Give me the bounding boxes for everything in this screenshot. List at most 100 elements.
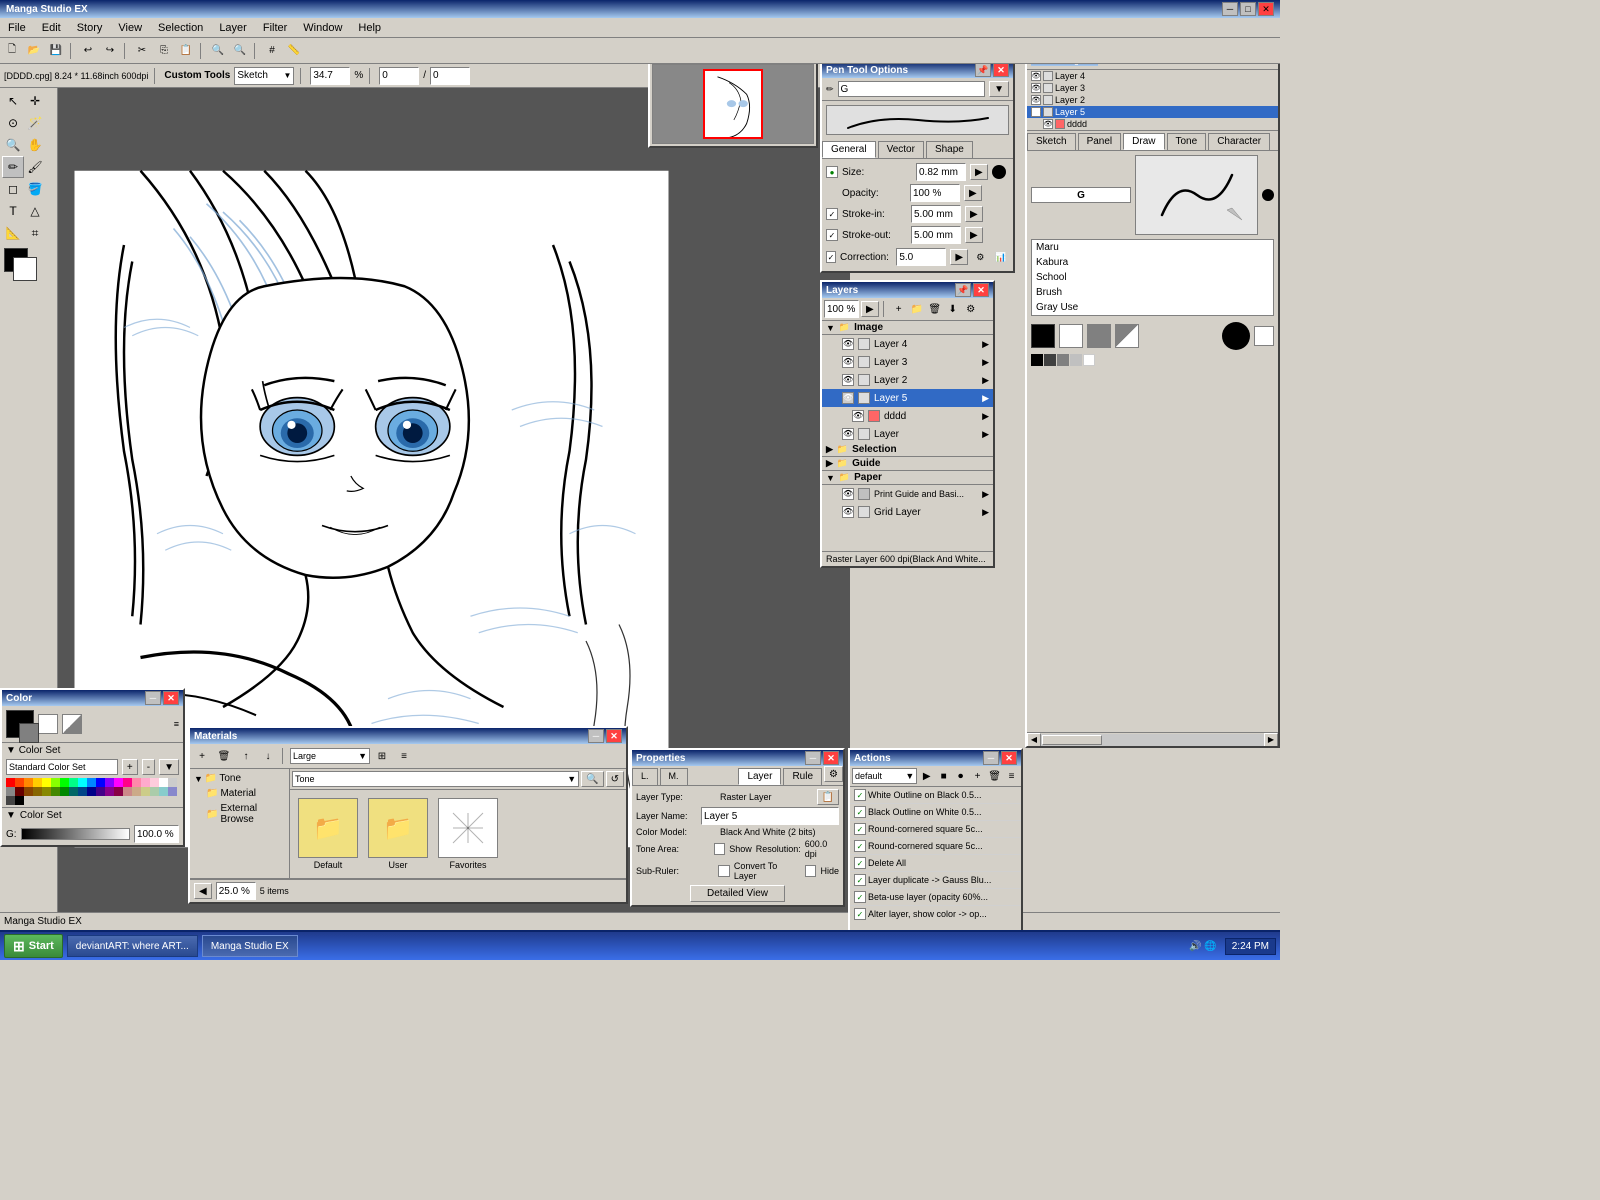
copy-btn[interactable]: ⎘: [154, 41, 174, 61]
correction-extra[interactable]: ⚙: [972, 247, 988, 267]
mat-search-dropdown[interactable]: Tone ▼: [292, 771, 579, 787]
layer-2-eye[interactable]: 👁: [842, 374, 854, 386]
bg-swatch[interactable]: [38, 714, 58, 734]
layer-5-eye[interactable]: 👁: [842, 392, 854, 404]
zoom-tool[interactable]: 🔍: [2, 134, 24, 156]
palette-cell[interactable]: [6, 796, 15, 805]
mat-search-btn[interactable]: 🔍: [581, 771, 603, 787]
merge-layer-btn[interactable]: ⬇: [945, 301, 961, 317]
palette-cell[interactable]: [69, 787, 78, 796]
paste-btn[interactable]: 📋: [176, 41, 196, 61]
bg-color[interactable]: [13, 257, 37, 281]
palette-red[interactable]: [6, 778, 15, 787]
coord-y-input[interactable]: [430, 67, 470, 85]
tone-default-item[interactable]: 📁 Default: [298, 798, 358, 870]
cut-btn[interactable]: ✂: [132, 41, 152, 61]
act-stop-btn[interactable]: ■: [936, 768, 951, 784]
zoom-out-btn[interactable]: 🔍: [230, 41, 250, 61]
menu-layer[interactable]: Layer: [215, 20, 251, 36]
palette-cell[interactable]: [51, 778, 60, 787]
stroke-in-input[interactable]: [911, 205, 961, 223]
correction-input[interactable]: [896, 248, 946, 266]
actions-preset-dropdown[interactable]: default ▼: [852, 768, 917, 784]
dddd-item[interactable]: 👁 dddd ▶: [822, 407, 993, 425]
opacity-arrow[interactable]: ▶: [964, 185, 982, 201]
palette-white[interactable]: [159, 778, 168, 787]
beg-scroll-track[interactable]: [1041, 734, 1264, 746]
magic-wand[interactable]: 🪄: [24, 112, 46, 134]
correction-extra2[interactable]: 📊: [993, 247, 1009, 267]
ruler-btn[interactable]: 📏: [284, 41, 304, 61]
mat-min[interactable]: ─: [588, 729, 604, 743]
palette-cell[interactable]: [24, 778, 33, 787]
correction-arrow[interactable]: ▶: [950, 249, 968, 265]
beg-layer-3[interactable]: 👁 Layer 3: [1027, 82, 1278, 94]
mat-close[interactable]: ✕: [606, 729, 622, 743]
color-set-menu[interactable]: ▼: [159, 759, 179, 775]
palette-cell[interactable]: [168, 778, 177, 787]
palette-cell[interactable]: [132, 778, 141, 787]
act-min[interactable]: ─: [983, 751, 999, 765]
palette-cell[interactable]: [123, 778, 132, 787]
act5-check[interactable]: ✓: [854, 857, 866, 869]
beg-preset-maru[interactable]: Maru: [1032, 240, 1273, 255]
beg-tab-tone[interactable]: Tone: [1167, 133, 1207, 150]
mat-import-btn[interactable]: ↑: [236, 746, 256, 766]
grid-layer-item[interactable]: 👁 Grid Layer ▶: [822, 503, 993, 521]
prop-hide-check[interactable]: [805, 865, 817, 877]
size-arrow[interactable]: ▶: [970, 164, 988, 180]
stroke-out-check[interactable]: ✓: [826, 229, 838, 241]
menu-window[interactable]: Window: [299, 20, 346, 36]
layer-plain-eye[interactable]: 👁: [842, 428, 854, 440]
beg-scroll-right[interactable]: ▶: [1264, 733, 1278, 747]
new-folder-btn[interactable]: 📁: [909, 301, 925, 317]
image-folder-header[interactable]: ▼ 📁 Image: [822, 321, 993, 335]
print-guide-eye[interactable]: 👁: [842, 488, 854, 500]
redo-btn[interactable]: ↪: [100, 41, 120, 61]
mat-left-btn[interactable]: ◀: [194, 883, 212, 899]
opacity-input[interactable]: [910, 184, 960, 202]
mat-view2-btn[interactable]: ≡: [394, 746, 414, 766]
layer-opacity-arrow[interactable]: ▶: [861, 301, 879, 317]
act-rec-btn[interactable]: ⏺: [953, 768, 968, 784]
tone-user-item[interactable]: 📁 User: [368, 798, 428, 870]
tab-general[interactable]: General: [822, 141, 876, 158]
prop-tab-l[interactable]: L.: [632, 768, 658, 785]
guide-folder-header[interactable]: ▶ 📁 Guide: [822, 457, 993, 471]
palette-cell[interactable]: [141, 787, 150, 796]
text-tool[interactable]: T: [2, 200, 24, 222]
act4-check[interactable]: ✓: [854, 840, 866, 852]
palette-cell[interactable]: [159, 787, 168, 796]
beg-layer-5[interactable]: 👁 Layer 5: [1027, 106, 1278, 118]
prop-tab-rule[interactable]: Rule: [783, 768, 822, 785]
palette-cell[interactable]: [123, 787, 132, 796]
layer-2-item[interactable]: 👁 Layer 2 ▶: [822, 371, 993, 389]
pen-close[interactable]: ✕: [993, 63, 1009, 77]
trans-swatch[interactable]: [62, 714, 82, 734]
new-layer-btn[interactable]: +: [891, 301, 907, 317]
prop-tab-layer[interactable]: Layer: [738, 768, 781, 785]
palette-cell[interactable]: [42, 787, 51, 796]
tool-dropdown[interactable]: Sketch ▼: [234, 67, 294, 85]
palette-cell[interactable]: [114, 787, 123, 796]
mat-refresh-btn[interactable]: ↺: [606, 771, 624, 787]
hand-tool[interactable]: ✋: [24, 134, 46, 156]
nav-preview[interactable]: [652, 64, 814, 144]
palette-cell[interactable]: [150, 787, 159, 796]
layer-3-item[interactable]: 👁 Layer 3 ▶: [822, 353, 993, 371]
grid-btn[interactable]: #: [262, 41, 282, 61]
palette-cell[interactable]: [87, 787, 96, 796]
palette-cell[interactable]: [132, 787, 141, 796]
palette-yellow[interactable]: [42, 778, 51, 787]
beg-preset-brush[interactable]: Brush: [1032, 285, 1273, 300]
material-tree-item[interactable]: 📁 Material: [192, 786, 287, 801]
close-button[interactable]: ✕: [1258, 2, 1274, 16]
action-item-1[interactable]: ✓ White Outline on Black 0.5...: [850, 787, 1021, 804]
tone-tree-item[interactable]: ▼ 📁 Tone: [192, 771, 287, 786]
palette-cell[interactable]: [24, 787, 33, 796]
color-min[interactable]: ─: [145, 691, 161, 705]
tab-vector[interactable]: Vector: [878, 141, 924, 158]
act-play-btn[interactable]: ▶: [919, 768, 934, 784]
fill-tool[interactable]: 🪣: [24, 178, 46, 200]
palette-cell[interactable]: [15, 787, 24, 796]
